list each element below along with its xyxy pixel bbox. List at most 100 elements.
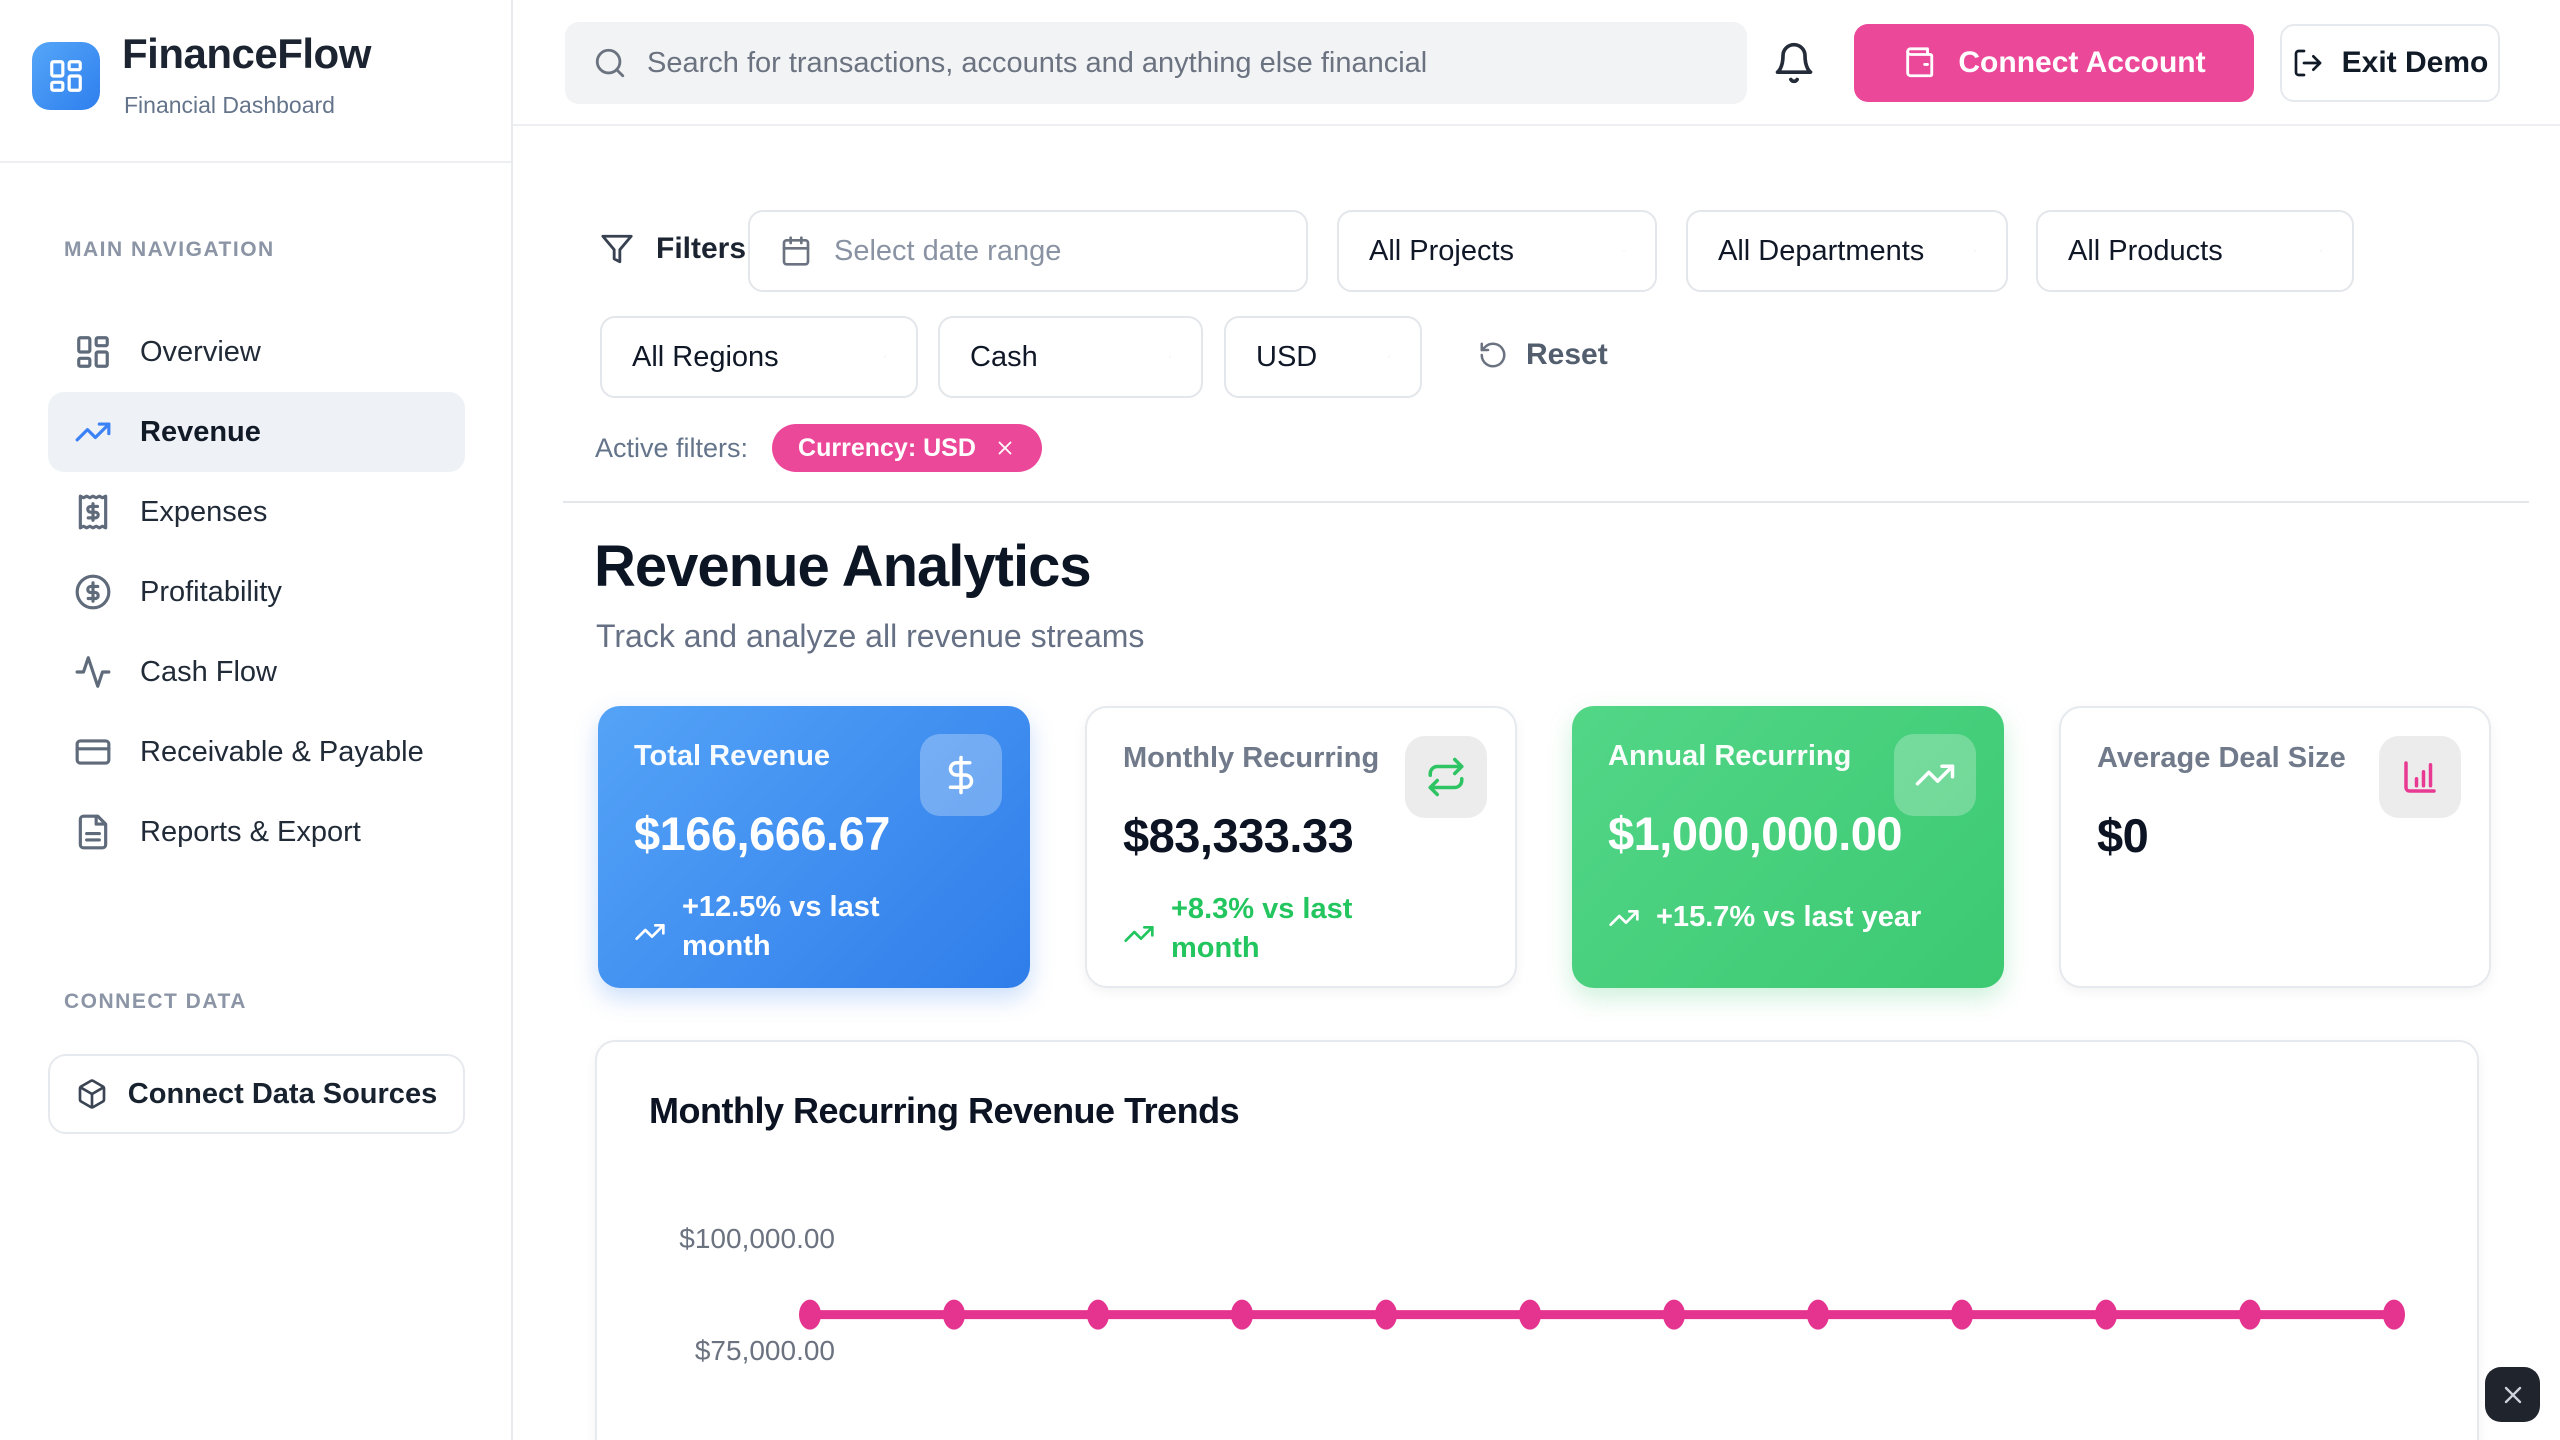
monthly-recurring-card: Monthly Recurring $83,333.33 +8.3% vs la… — [1085, 706, 1517, 988]
repeat-icon — [1405, 736, 1487, 818]
section-divider — [563, 501, 2529, 503]
projects-filter-value: All Projects — [1369, 235, 1514, 268]
sidebar-item-label: Cash Flow — [140, 656, 277, 689]
metric-value: $166,666.67 — [634, 806, 890, 861]
layout-dashboard-icon — [74, 333, 112, 371]
page-title: Revenue Analytics — [594, 533, 1091, 600]
sidebar-item-reports-export[interactable]: Reports & Export — [0, 792, 513, 872]
close-overlay-button[interactable] — [2485, 1367, 2540, 1422]
rotate-ccw-icon — [1478, 340, 1508, 370]
mrr-line-chart — [597, 1042, 2481, 1440]
sidebar-item-label: Reports & Export — [140, 816, 361, 849]
chip-label: Currency: USD — [798, 434, 976, 463]
brand-title: FinanceFlow — [122, 30, 371, 78]
calendar-icon — [780, 235, 812, 267]
top-bar: Connect Account Exit Demo — [513, 0, 2560, 126]
metric-change: +8.3% vs last month — [1123, 890, 1431, 968]
metric-value: $83,333.33 — [1123, 808, 1353, 863]
chevron-down-icon — [1597, 237, 1625, 265]
connect-account-label: Connect Account — [1958, 46, 2205, 80]
trending-up-icon — [634, 916, 666, 948]
sidebar-item-receivable-payable[interactable]: Receivable & Payable — [0, 712, 513, 792]
connect-data-sources-button[interactable]: Connect Data Sources — [48, 1054, 465, 1134]
metric-value: $0 — [2097, 808, 2148, 863]
close-icon[interactable] — [994, 437, 1016, 459]
circle-dollar-icon — [74, 573, 112, 611]
sidebar-item-revenue[interactable]: Revenue — [48, 392, 465, 472]
trending-up-icon — [1608, 902, 1640, 934]
funnel-icon — [600, 232, 634, 266]
wallet-icon — [1902, 46, 1936, 80]
bar-chart-icon — [2379, 736, 2461, 818]
exit-demo-label: Exit Demo — [2342, 46, 2489, 80]
search-icon — [593, 46, 627, 80]
products-filter-dropdown[interactable]: All Products — [2036, 210, 2354, 292]
log-out-icon — [2292, 47, 2324, 79]
main-nav-heading: MAIN NAVIGATION — [64, 238, 275, 262]
trending-up-icon — [1894, 734, 1976, 816]
sidebar-nav: Overview Revenue Expenses Profitability … — [0, 312, 513, 872]
dollar-icon — [920, 734, 1002, 816]
page-subtitle: Track and analyze all revenue streams — [596, 618, 1144, 655]
departments-filter-value: All Departments — [1718, 235, 1924, 268]
chevron-down-icon — [2294, 237, 2322, 265]
average-deal-size-card: Average Deal Size $0 — [2059, 706, 2491, 988]
trending-up-icon — [74, 413, 112, 451]
connect-data-sources-label: Connect Data Sources — [128, 1078, 437, 1111]
notifications-bell-icon[interactable] — [1772, 41, 1816, 85]
trending-up-icon — [1123, 918, 1155, 950]
products-filter-value: All Products — [2068, 235, 2223, 268]
currency-value: USD — [1256, 341, 1317, 374]
cube-icon — [76, 1078, 108, 1110]
reset-filters-button[interactable]: Reset — [1478, 338, 1608, 372]
filters-label: Filters — [656, 232, 746, 266]
chevron-down-icon — [858, 343, 886, 371]
app-logo-icon — [32, 42, 100, 110]
metric-change: +12.5% vs last month — [634, 888, 942, 966]
date-range-input[interactable] — [834, 235, 1276, 268]
currency-dropdown[interactable]: USD — [1224, 316, 1422, 398]
filters-heading: Filters — [600, 232, 746, 266]
regions-filter-value: All Regions — [632, 341, 779, 374]
sidebar-item-profitability[interactable]: Profitability — [0, 552, 513, 632]
file-text-icon — [74, 813, 112, 851]
active-filters-label: Active filters: — [595, 433, 748, 464]
sidebar-item-label: Profitability — [140, 576, 282, 609]
annual-recurring-card: Annual Recurring $1,000,000.00 +15.7% vs… — [1572, 706, 2004, 988]
activity-icon — [74, 653, 112, 691]
departments-filter-dropdown[interactable]: All Departments — [1686, 210, 2008, 292]
sidebar-item-cash-flow[interactable]: Cash Flow — [0, 632, 513, 712]
chevron-down-icon — [1143, 343, 1171, 371]
chevron-down-icon — [1362, 343, 1390, 371]
brand-tagline: Financial Dashboard — [124, 92, 335, 119]
credit-card-icon — [74, 733, 112, 771]
active-filters-row: Active filters: Currency: USD — [595, 424, 1042, 472]
sidebar-item-label: Receivable & Payable — [140, 736, 424, 769]
regions-filter-dropdown[interactable]: All Regions — [600, 316, 918, 398]
sidebar: FinanceFlow Financial Dashboard MAIN NAV… — [0, 0, 513, 1440]
mrr-trends-chart-card: Monthly Recurring Revenue Trends $100,00… — [595, 1040, 2479, 1440]
chevron-down-icon — [1948, 237, 1976, 265]
accounting-basis-value: Cash — [970, 341, 1038, 374]
currency-filter-chip[interactable]: Currency: USD — [772, 424, 1042, 472]
close-icon — [2499, 1381, 2527, 1409]
receipt-icon — [74, 493, 112, 531]
accounting-basis-dropdown[interactable]: Cash — [938, 316, 1203, 398]
global-search[interactable] — [565, 22, 1747, 104]
connect-data-heading: CONNECT DATA — [64, 990, 247, 1014]
sidebar-item-label: Expenses — [140, 496, 267, 529]
sidebar-item-label: Overview — [140, 336, 261, 369]
sidebar-item-label: Revenue — [140, 416, 261, 449]
metric-change: +15.7% vs last year — [1608, 898, 1921, 937]
search-input[interactable] — [647, 47, 1719, 80]
date-range-picker[interactable] — [748, 210, 1308, 292]
connect-account-button[interactable]: Connect Account — [1854, 24, 2254, 102]
metric-value: $1,000,000.00 — [1608, 806, 1902, 861]
exit-demo-button[interactable]: Exit Demo — [2280, 24, 2500, 102]
sidebar-item-expenses[interactable]: Expenses — [0, 472, 513, 552]
projects-filter-dropdown[interactable]: All Projects — [1337, 210, 1657, 292]
brand-block: FinanceFlow Financial Dashboard — [0, 0, 511, 163]
total-revenue-card: Total Revenue $166,666.67 +12.5% vs last… — [598, 706, 1030, 988]
sidebar-item-overview[interactable]: Overview — [0, 312, 513, 392]
reset-label: Reset — [1526, 338, 1608, 372]
